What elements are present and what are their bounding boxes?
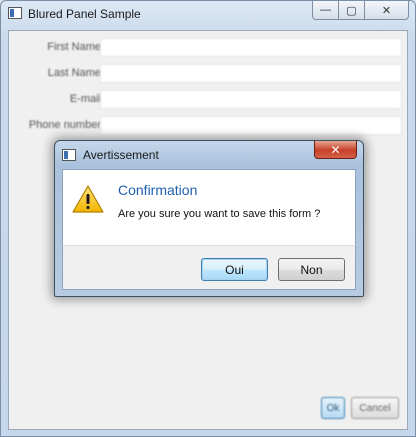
last-name-input[interactable] — [100, 64, 402, 83]
caption-buttons: — ▢ ✕ — [312, 1, 409, 20]
form-row-first-name: First Name — [9, 38, 407, 58]
main-window: Blured Panel Sample — ▢ ✕ First Name Las… — [0, 0, 416, 437]
confirmation-dialog: Avertissement ✕ Confirmation Are you sur… — [54, 140, 364, 297]
dialog-close-button[interactable]: ✕ — [314, 141, 357, 159]
form-row-email: E-mail — [9, 90, 407, 110]
phone-input[interactable] — [100, 116, 402, 135]
no-button[interactable]: Non — [278, 258, 345, 281]
form-row-phone: Phone number — [9, 116, 407, 136]
app-icon — [8, 7, 22, 19]
window-title: Blured Panel Sample — [28, 7, 141, 21]
dialog-message: Are you sure you want to save this form … — [118, 208, 321, 220]
dialog-app-icon — [62, 149, 76, 161]
dialog-body: Confirmation Are you sure you want to sa… — [62, 169, 356, 245]
cancel-button[interactable]: Cancel — [351, 397, 399, 419]
email-input[interactable] — [100, 90, 402, 109]
phone-label: Phone number — [28, 119, 101, 131]
minimize-icon: — — [320, 4, 331, 16]
dialog-footer: Oui Non — [62, 245, 356, 290]
ok-button[interactable]: Ok — [321, 397, 345, 419]
dialog-heading: Confirmation — [118, 182, 198, 198]
maximize-icon: ▢ — [346, 4, 357, 17]
yes-button[interactable]: Oui — [201, 258, 268, 281]
maximize-button[interactable]: ▢ — [339, 1, 365, 20]
first-name-input[interactable] — [100, 38, 402, 57]
title-bar[interactable]: Blured Panel Sample — ▢ ✕ — [1, 1, 415, 29]
last-name-label: Last Name — [47, 67, 101, 79]
close-icon: ✕ — [381, 4, 392, 17]
email-label: E-mail — [69, 93, 101, 105]
form-row-last-name: Last Name — [9, 64, 407, 84]
dialog-title: Avertissement — [83, 148, 159, 162]
minimize-button[interactable]: — — [312, 1, 339, 20]
close-button[interactable]: ✕ — [365, 1, 409, 20]
first-name-label: First Name — [47, 41, 101, 53]
dialog-close-icon: ✕ — [330, 142, 341, 157]
warning-icon — [72, 185, 104, 213]
